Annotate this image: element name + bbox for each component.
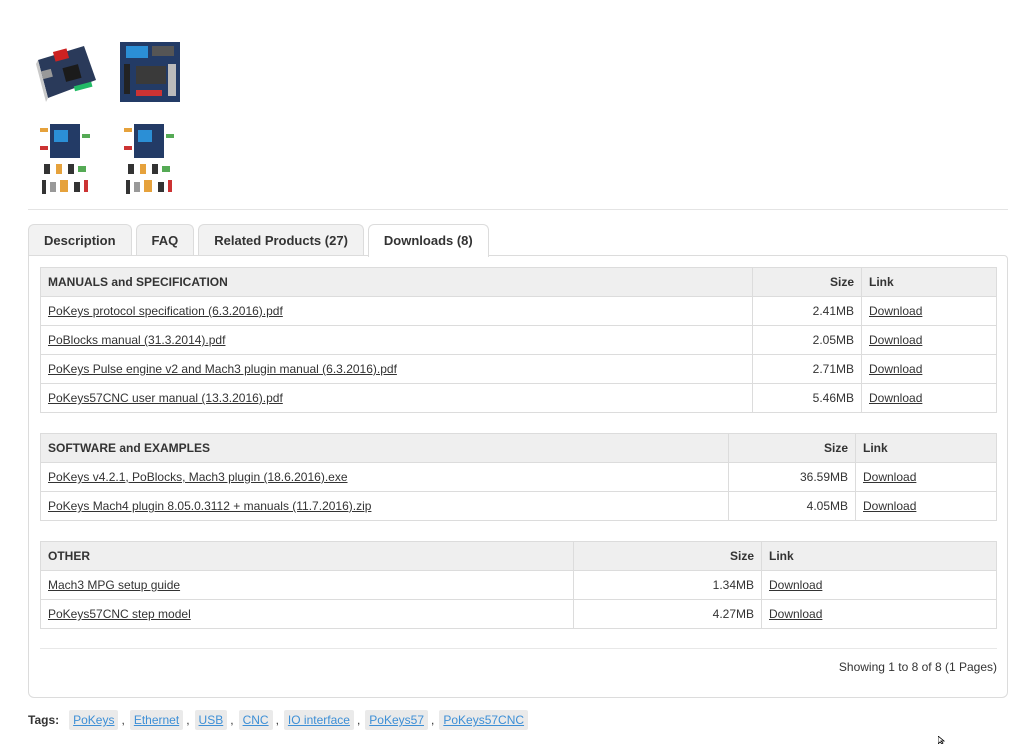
table-header-row: OTHER Size Link <box>40 541 997 571</box>
tags-label: Tags: <box>28 713 60 727</box>
tab-description[interactable]: Description <box>28 224 132 256</box>
link-header: Link <box>861 267 997 297</box>
file-link[interactable]: PoKeys57CNC step model <box>48 607 191 621</box>
product-tags: Tags: PoKeys, Ethernet, USB, CNC, IO int… <box>28 710 529 730</box>
file-size: 1.34MB <box>573 570 762 600</box>
downloads-panel: MANUALS and SPECIFICATION Size Link PoKe… <box>28 255 1008 698</box>
download-link[interactable]: Download <box>869 362 922 376</box>
tab-faq[interactable]: FAQ <box>135 224 195 256</box>
tag-separator: , <box>186 713 190 727</box>
tag-link[interactable]: IO interface <box>283 710 354 730</box>
download-link[interactable]: Download <box>769 578 822 592</box>
file-size: 2.71MB <box>752 354 862 384</box>
tag-link[interactable]: PoKeys57CNC <box>439 710 529 730</box>
divider <box>28 209 1008 210</box>
file-link[interactable]: PoKeys v4.2.1, PoBlocks, Mach3 plugin (1… <box>48 470 348 484</box>
file-size: 2.05MB <box>752 325 862 355</box>
tab-downloads[interactable]: Downloads (8) <box>367 224 489 257</box>
table-row: PoKeys Mach4 plugin 8.05.0.3112 + manual… <box>40 491 997 521</box>
pagination-results: Showing 1 to 8 of 8 (1 Pages) <box>838 660 997 674</box>
pagination-divider <box>40 648 997 649</box>
product-thumbnail-2[interactable] <box>118 40 182 104</box>
table-header-row: SOFTWARE and EXAMPLES Size Link <box>40 433 997 463</box>
file-size: 4.27MB <box>573 599 762 629</box>
table-section-title: SOFTWARE and EXAMPLES <box>40 433 729 463</box>
tag-link[interactable]: Ethernet <box>129 710 184 730</box>
tag-separator: , <box>230 713 234 727</box>
download-link[interactable]: Download <box>863 470 916 484</box>
file-link[interactable]: PoKeys protocol specification (6.3.2016)… <box>48 304 283 318</box>
file-link[interactable]: PoKeys Mach4 plugin 8.05.0.3112 + manual… <box>48 499 371 513</box>
table-row: PoKeys Pulse engine v2 and Mach3 plugin … <box>40 354 997 384</box>
size-header: Size <box>752 267 862 297</box>
other-table: OTHER Size Link Mach3 MPG setup guide 1.… <box>40 541 997 629</box>
tag-separator: , <box>431 713 435 727</box>
table-section-title: OTHER <box>40 541 574 571</box>
download-link[interactable]: Download <box>869 333 922 347</box>
file-link[interactable]: Mach3 MPG setup guide <box>48 578 180 592</box>
download-link[interactable]: Download <box>869 391 922 405</box>
link-header: Link <box>855 433 997 463</box>
table-row: PoKeys57CNC user manual (13.3.2016).pdf … <box>40 383 997 413</box>
size-header: Size <box>573 541 762 571</box>
file-size: 36.59MB <box>728 462 856 492</box>
download-link[interactable]: Download <box>863 499 916 513</box>
download-link[interactable]: Download <box>769 607 822 621</box>
table-section-title: MANUALS and SPECIFICATION <box>40 267 753 297</box>
manuals-table: MANUALS and SPECIFICATION Size Link PoKe… <box>40 267 997 413</box>
size-header: Size <box>728 433 856 463</box>
tag-separator: , <box>356 713 361 727</box>
product-thumbnail-3[interactable] <box>38 120 92 198</box>
table-row: PoBlocks manual (31.3.2014).pdf 2.05MB D… <box>40 325 997 355</box>
file-size: 4.05MB <box>728 491 856 521</box>
table-row: PoKeys57CNC step model 4.27MB Download <box>40 599 997 629</box>
file-size: 2.41MB <box>752 296 862 326</box>
file-link[interactable]: PoKeys57CNC user manual (13.3.2016).pdf <box>48 391 283 405</box>
file-link[interactable]: PoKeys Pulse engine v2 and Mach3 plugin … <box>48 362 397 376</box>
mouse-cursor-icon <box>937 733 946 747</box>
tab-related-products[interactable]: Related Products (27) <box>198 224 364 256</box>
link-header: Link <box>761 541 997 571</box>
tag-separator: , <box>275 713 279 727</box>
software-table: SOFTWARE and EXAMPLES Size Link PoKeys v… <box>40 433 997 521</box>
tag-link[interactable]: USB <box>194 710 228 730</box>
tag-link[interactable]: PoKeys <box>69 710 119 730</box>
product-thumbnail-4[interactable] <box>122 120 176 198</box>
tag-separator: , <box>121 713 125 727</box>
table-header-row: MANUALS and SPECIFICATION Size Link <box>40 267 997 297</box>
tag-link[interactable]: CNC <box>238 710 273 730</box>
table-row: PoKeys v4.2.1, PoBlocks, Mach3 plugin (1… <box>40 462 997 492</box>
table-row: Mach3 MPG setup guide 1.34MB Download <box>40 570 997 600</box>
download-link[interactable]: Download <box>869 304 922 318</box>
product-thumbnail-1[interactable] <box>34 40 98 104</box>
file-size: 5.46MB <box>752 383 862 413</box>
product-tabs: Description FAQ Related Products (27) Do… <box>28 224 493 257</box>
table-row: PoKeys protocol specification (6.3.2016)… <box>40 296 997 326</box>
tag-link[interactable]: PoKeys57 <box>365 710 428 730</box>
file-link[interactable]: PoBlocks manual (31.3.2014).pdf <box>48 333 225 347</box>
